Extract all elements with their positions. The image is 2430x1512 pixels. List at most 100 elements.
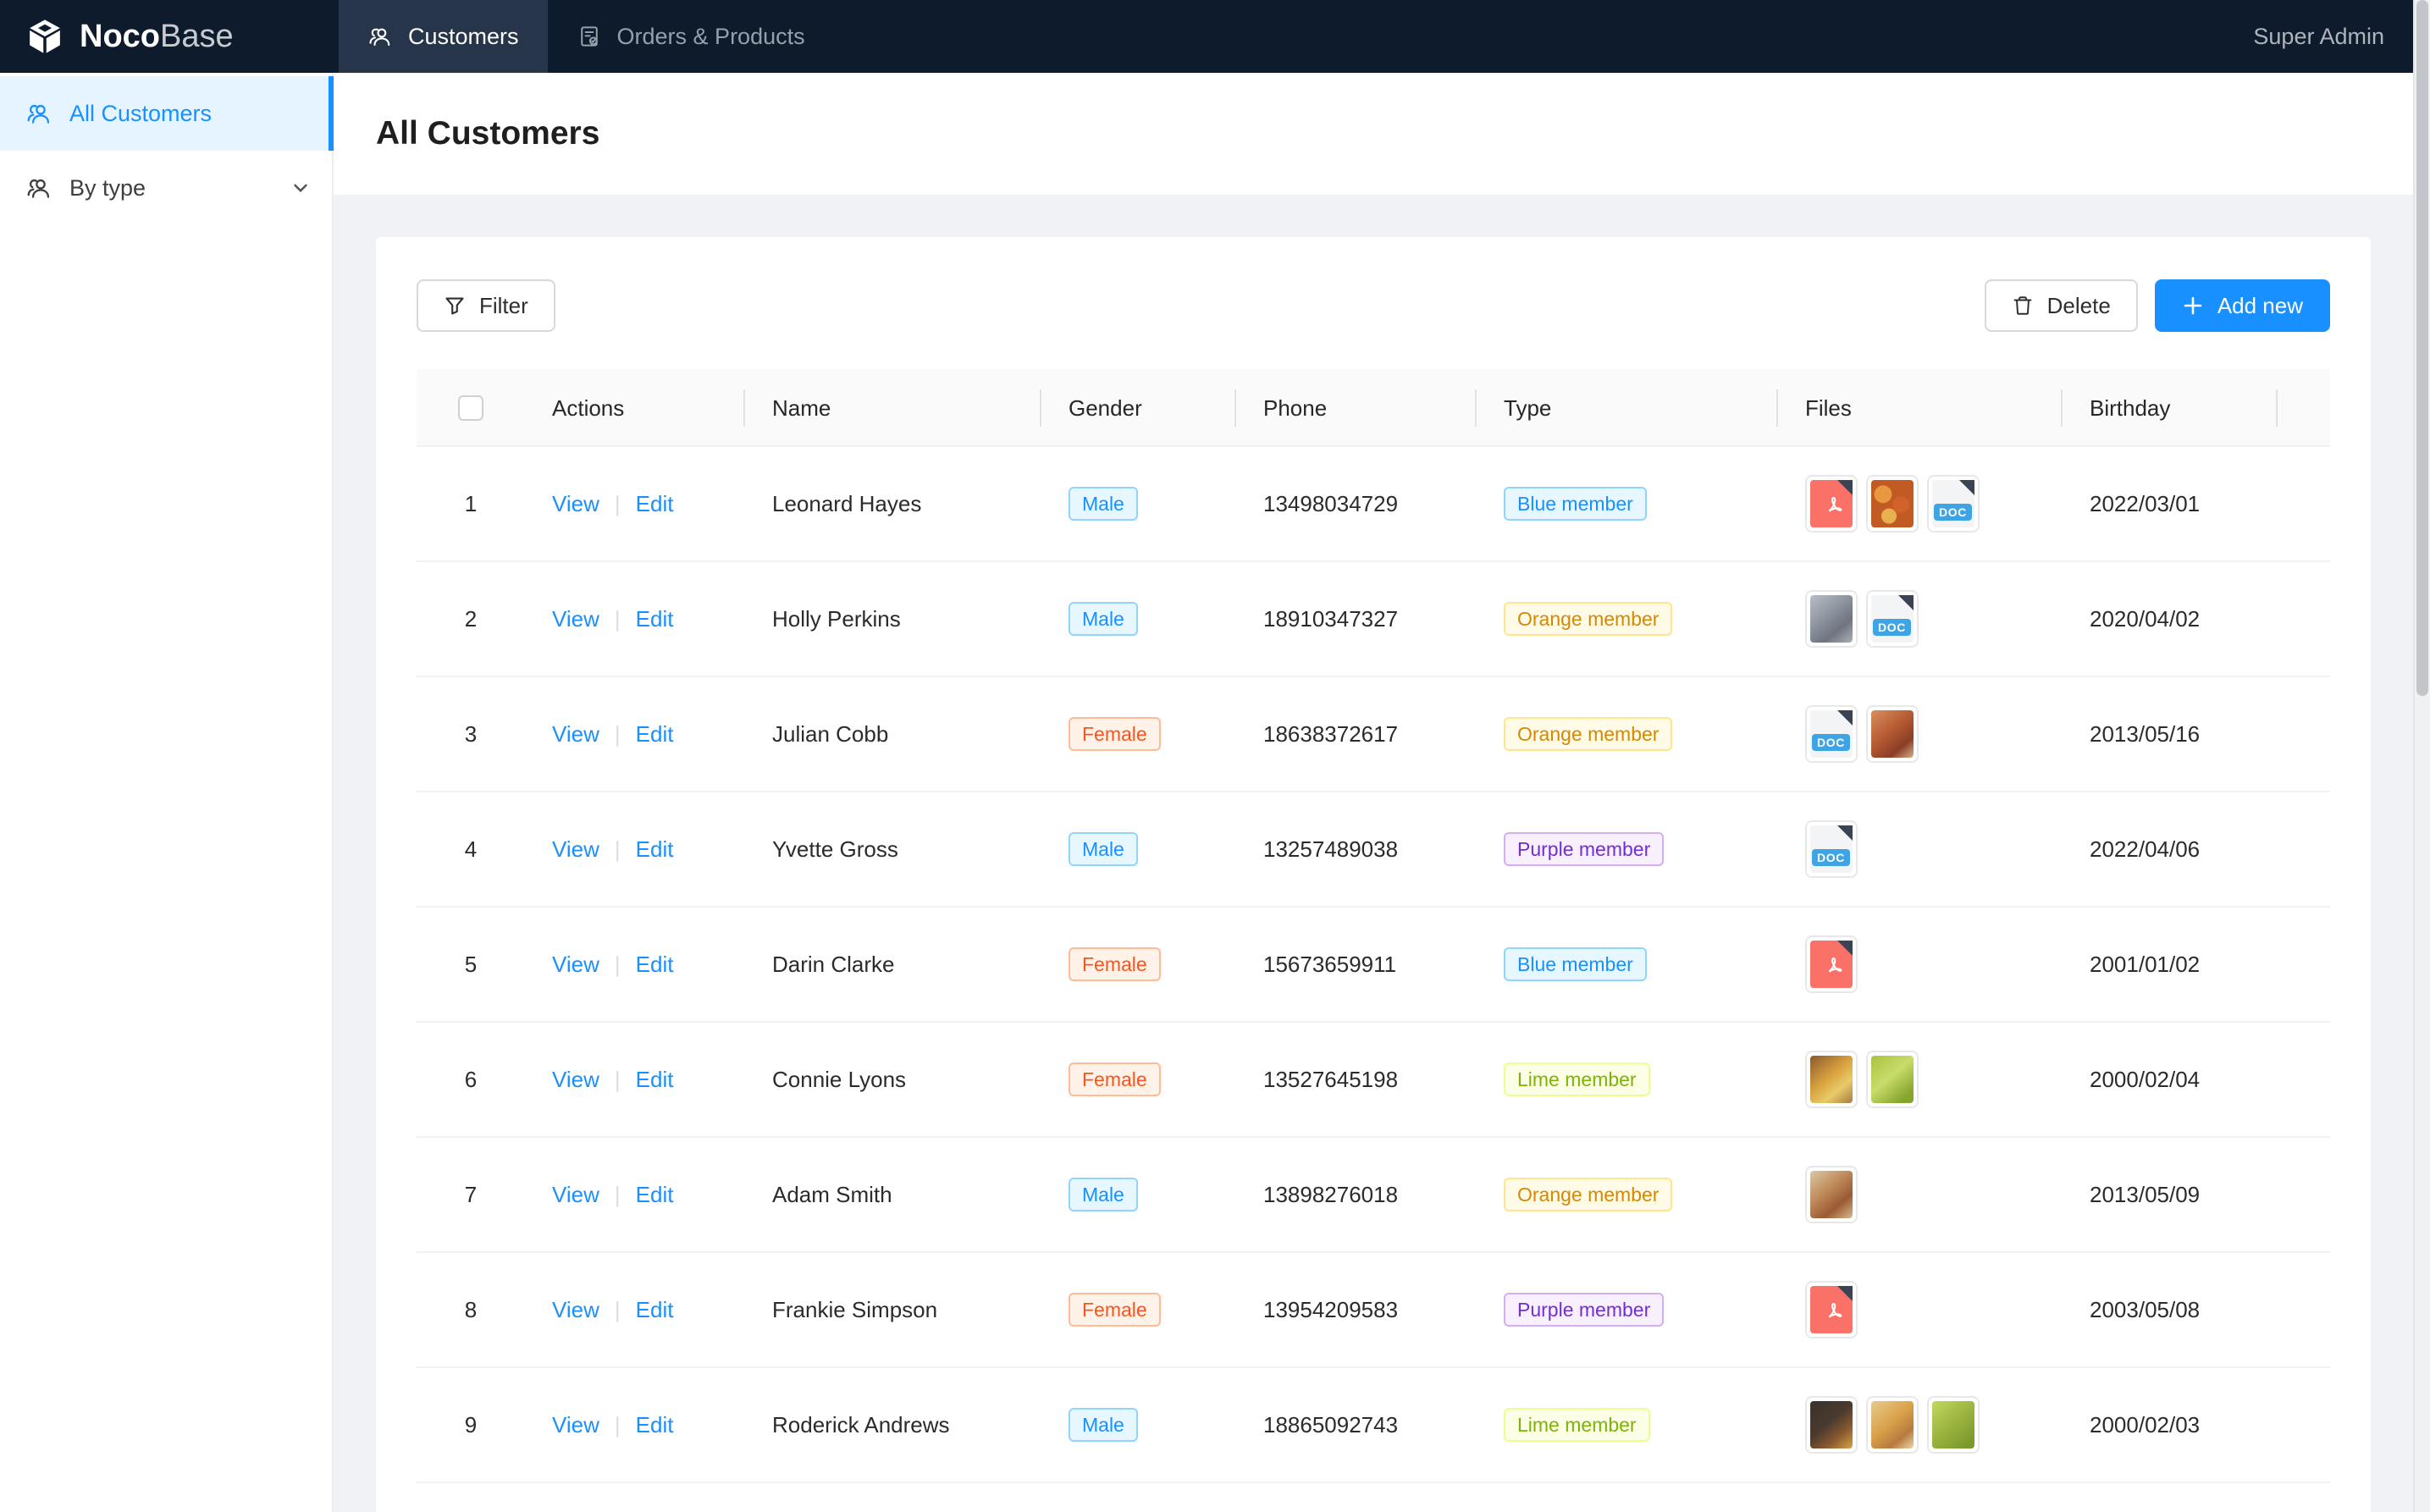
edit-link[interactable]: Edit	[636, 491, 674, 517]
gender-tag: Male	[1069, 832, 1138, 866]
view-link[interactable]: View	[552, 952, 599, 978]
type-cell: Blue member	[1477, 947, 1778, 981]
table-row: 6View|EditConnie LyonsFemale13527645198L…	[417, 1023, 2330, 1138]
edit-link[interactable]: Edit	[636, 1182, 674, 1208]
view-link[interactable]: View	[552, 721, 599, 748]
row-index: 3	[417, 721, 525, 748]
trash-icon	[2012, 295, 2034, 317]
birthday-cell: 2022/04/06	[2063, 836, 2278, 863]
gender-cell: Male	[1041, 1408, 1236, 1442]
row-index: 9	[417, 1412, 525, 1438]
actions-cell: View|Edit	[525, 1182, 745, 1208]
name-cell: Holly Perkins	[745, 606, 1041, 632]
nocobase-logo[interactable]: NocoBase	[0, 0, 339, 73]
phone-cell: 13954209583	[1236, 1297, 1477, 1323]
file-image-thumbnail[interactable]	[1805, 1396, 1858, 1454]
edit-link[interactable]: Edit	[636, 952, 674, 978]
type-cell: Purple member	[1477, 1293, 1778, 1327]
file-image-thumbnail[interactable]	[1927, 1396, 1980, 1454]
nav-tab-orders-products[interactable]: Orders & Products	[548, 0, 834, 73]
filter-button[interactable]: Filter	[417, 279, 555, 332]
file-image-thumbnail[interactable]	[1866, 475, 1919, 533]
phone-cell: 18865092743	[1236, 1412, 1477, 1438]
file-doc-icon[interactable]: DOC	[1805, 820, 1858, 878]
users-icon	[25, 174, 52, 201]
actions-cell: View|Edit	[525, 721, 745, 748]
page-scrollbar[interactable]	[2413, 0, 2430, 1512]
column-header-label: Actions	[552, 395, 624, 422]
column-header-type: Type	[1477, 369, 1778, 447]
image-thumb	[1810, 1171, 1853, 1218]
files-cell	[1778, 1051, 2063, 1108]
image-thumb	[1871, 710, 1914, 758]
view-link[interactable]: View	[552, 491, 599, 517]
nav-tab-customers[interactable]: Customers	[339, 0, 548, 73]
edit-link[interactable]: Edit	[636, 1067, 674, 1093]
scrollbar-thumb[interactable]	[2416, 0, 2428, 696]
file-image-thumbnail[interactable]	[1805, 1051, 1858, 1108]
files-group: DOC	[1805, 705, 1919, 763]
type-cell: Orange member	[1477, 717, 1778, 751]
edit-link[interactable]: Edit	[636, 606, 674, 632]
select-all-checkbox[interactable]	[458, 395, 483, 421]
add-new-button-label: Add new	[2217, 293, 2303, 319]
birthday-cell: 2022/03/01	[2063, 491, 2278, 517]
logo-text: NocoBase	[80, 20, 234, 52]
actions-cell: View|Edit	[525, 606, 745, 632]
view-link[interactable]: View	[552, 1297, 599, 1323]
doc-label: DOC	[1873, 619, 1911, 636]
file-image-thumbnail[interactable]	[1866, 705, 1919, 763]
add-new-button[interactable]: Add new	[2155, 279, 2330, 332]
sidebar-item-all-customers[interactable]: All Customers	[0, 76, 332, 151]
row-index: 8	[417, 1297, 525, 1323]
files-group: DOC	[1805, 475, 1980, 533]
doc-label: DOC	[1812, 849, 1850, 866]
delete-button[interactable]: Delete	[1985, 279, 2138, 332]
sidebar-item-label: By type	[69, 175, 146, 201]
sidebar-item-by-type[interactable]: By type	[0, 151, 332, 225]
column-header-label: Birthday	[2090, 395, 2170, 422]
file-image-thumbnail[interactable]	[1805, 1166, 1858, 1223]
type-tag: Lime member	[1504, 1408, 1650, 1442]
type-cell: Orange member	[1477, 1178, 1778, 1211]
table-row: 2View|EditHolly PerkinsMale18910347327Or…	[417, 562, 2330, 677]
file-pdf-icon[interactable]	[1805, 935, 1858, 993]
view-link[interactable]: View	[552, 606, 599, 632]
birthday-cell: 2013/05/09	[2063, 1182, 2278, 1208]
actions-cell: View|Edit	[525, 1412, 745, 1438]
edit-link[interactable]: Edit	[636, 836, 674, 863]
table-row: 8View|EditFrankie SimpsonFemale139542095…	[417, 1253, 2330, 1368]
edit-link[interactable]: Edit	[636, 1297, 674, 1323]
phone-cell: 13498034729	[1236, 491, 1477, 517]
file-pdf-icon[interactable]	[1805, 1281, 1858, 1338]
edit-link[interactable]: Edit	[636, 1412, 674, 1438]
type-cell: Orange member	[1477, 602, 1778, 636]
files-group	[1805, 1396, 1980, 1454]
view-link[interactable]: View	[552, 1412, 599, 1438]
folded-corner	[1959, 480, 1974, 495]
user-menu[interactable]: Super Admin	[2253, 0, 2430, 73]
file-image-thumbnail[interactable]	[1805, 590, 1858, 648]
file-doc-icon[interactable]: DOC	[1927, 475, 1980, 533]
sidebar: All Customers By type	[0, 73, 334, 1512]
users-icon	[25, 100, 52, 127]
file-image-thumbnail[interactable]	[1866, 1396, 1919, 1454]
filter-icon	[444, 295, 466, 317]
type-tag: Orange member	[1504, 602, 1672, 636]
view-link[interactable]: View	[552, 1182, 599, 1208]
column-header-name: Name	[745, 369, 1041, 447]
type-tag: Purple member	[1504, 1293, 1664, 1327]
files-group	[1805, 1166, 1858, 1223]
edit-link[interactable]: Edit	[636, 721, 674, 748]
gender-tag: Female	[1069, 947, 1161, 981]
table-row: 1View|EditLeonard HayesMale13498034729Bl…	[417, 447, 2330, 562]
view-link[interactable]: View	[552, 836, 599, 863]
name-cell: Roderick Andrews	[745, 1412, 1041, 1438]
table-row: 3View|EditJulian CobbFemale18638372617Or…	[417, 677, 2330, 792]
file-pdf-icon[interactable]	[1805, 475, 1858, 533]
view-link[interactable]: View	[552, 1067, 599, 1093]
orders-icon	[577, 24, 602, 49]
file-doc-icon[interactable]: DOC	[1866, 590, 1919, 648]
file-doc-icon[interactable]: DOC	[1805, 705, 1858, 763]
file-image-thumbnail[interactable]	[1866, 1051, 1919, 1108]
